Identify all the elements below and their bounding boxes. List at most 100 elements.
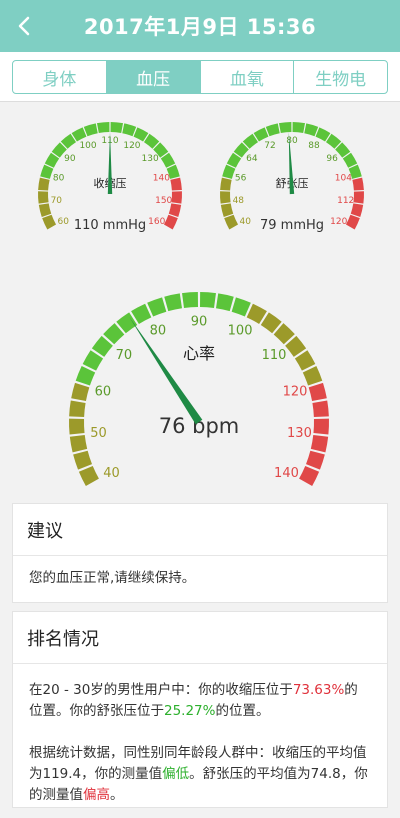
systolic-gauge-segment <box>37 191 49 204</box>
heart-rate-tick-label: 50 <box>90 426 107 441</box>
ranking-text: 。 <box>110 787 124 803</box>
diastolic-tick-label: 40 <box>240 217 252 227</box>
heart-rate-tick-label: 90 <box>191 315 208 330</box>
gauge-panel: 60708090100110120130140150160收缩压110 mmHg… <box>37 122 365 487</box>
ranking-paragraph-2: 根据统计数据，同性别同年龄段人群中：收缩压的平均值为119.4，你的测量值偏低。… <box>13 722 387 806</box>
diastolic-gauge-segment <box>220 203 234 217</box>
heart-rate-gauge-segment <box>182 292 198 308</box>
heart-rate-gauge-segment <box>71 382 90 402</box>
tab-body[interactable]: 身体 <box>13 61 107 93</box>
diastolic-gauge-segment <box>304 123 319 137</box>
systolic-gauge-segment <box>122 123 137 137</box>
diastolic-gauge-segment <box>220 191 231 204</box>
heart-rate-tick-label: 100 <box>228 323 253 338</box>
systolic-assessment: 偏低 <box>162 766 190 782</box>
advice-title: 建议 <box>13 504 387 556</box>
diastolic-readout: 79 mmHg <box>260 218 324 233</box>
heart-rate-tick-label: 80 <box>150 323 167 338</box>
systolic-gauge-segment <box>38 203 52 217</box>
systolic-gauge-segment <box>40 164 54 179</box>
diastolic-gauge-segment <box>222 164 236 179</box>
systolic-tick-label: 60 <box>58 217 70 227</box>
systolic-tick-label: 150 <box>155 196 172 206</box>
systolic-gauge-segment <box>171 191 182 204</box>
heart-rate-gauge-segment <box>73 450 93 470</box>
systolic-tick-label: 90 <box>64 154 76 164</box>
heart-rate-gauge-name: 心率 <box>183 344 215 363</box>
ranking-title: 排名情况 <box>13 612 387 664</box>
systolic-tick-label: 160 <box>148 217 165 227</box>
tab-blood-pressure[interactable]: 血压 <box>106 61 201 93</box>
diastolic-percentile: 25.27% <box>164 703 216 719</box>
diastolic-gauge-segment <box>278 122 292 134</box>
systolic-gauge-segment <box>38 177 50 191</box>
heart-rate-gauge-segment <box>215 293 234 312</box>
systolic-tick-label: 140 <box>153 173 170 183</box>
systolic-percentile: 73.63% <box>292 682 345 698</box>
heart-rate-tick-label: 110 <box>262 348 287 363</box>
systolic-tick-label: 70 <box>51 196 63 206</box>
heart-rate-gauge-segment <box>231 297 251 317</box>
ranking-paragraph-1: 在20 - 30岁的男性用户中：你的收缩压位于73.63%的位置。你的舒张压位于… <box>13 664 387 722</box>
tab-blood-oxygen[interactable]: 血氧 <box>201 61 295 93</box>
ranking-text: 在20 - 30岁的男性用户中：你的收缩压位于 <box>29 682 293 698</box>
systolic-tick-label: 120 <box>123 141 140 151</box>
heart-rate-tick-label: 70 <box>116 348 133 363</box>
diastolic-gauge-segment <box>353 191 365 204</box>
back-arrow-icon[interactable] <box>10 10 40 42</box>
systolic-gauge-segment <box>110 122 124 134</box>
heart-rate-gauge-segment <box>313 418 329 435</box>
heart-rate-gauge-segment <box>75 366 96 386</box>
systolic-gauge-segment <box>96 122 110 134</box>
heart-rate-gauge-segment <box>200 292 216 308</box>
ranking-text: 的位置。 <box>215 703 270 719</box>
tab-bar: 身体 血压 血氧 生物电 <box>12 60 388 94</box>
systolic-gauge-segment <box>163 214 178 230</box>
advice-card: 建议 您的血压正常,请继续保持。 <box>12 503 388 603</box>
heart-rate-gauge-segment <box>69 418 85 435</box>
diastolic-tick-label: 120 <box>330 217 347 227</box>
heart-rate-gauge-segment <box>310 435 329 453</box>
systolic-gauge-segment <box>83 123 98 137</box>
diastolic-gauge-segment <box>352 177 364 191</box>
heart-rate-tick-label: 40 <box>103 466 120 481</box>
diastolic-gauge-segment <box>292 122 306 134</box>
systolic-readout: 110 mmHg <box>74 218 146 233</box>
heart-rate-tick-label: 120 <box>283 384 308 399</box>
heart-rate-gauge-segment <box>69 400 86 417</box>
tab-bioelectric[interactable]: 生物电 <box>294 61 387 93</box>
heart-rate-gauge-segment <box>308 382 327 402</box>
diastolic-tick-label: 72 <box>264 141 275 151</box>
heart-rate-gauge-segment <box>164 293 183 312</box>
diastolic-gauge-segment <box>220 177 232 191</box>
diastolic-gauge-segment <box>224 214 239 230</box>
diastolic-tick-label: 88 <box>308 141 320 151</box>
diastolic-gauge-segment <box>345 214 360 230</box>
systolic-tick-label: 80 <box>53 173 65 183</box>
diastolic-tick-label: 96 <box>326 154 338 164</box>
diastolic-gauge-segment <box>265 123 280 137</box>
heart-rate-gauge-segment <box>299 466 320 487</box>
heart-rate-tick-label: 60 <box>95 384 112 399</box>
header-bar: 2017年1月9日 15:36 <box>0 0 400 52</box>
systolic-gauge-segment <box>170 177 182 191</box>
diastolic-tick-label: 112 <box>337 196 354 206</box>
heart-rate-gauge-segment <box>312 400 329 417</box>
heart-rate-gauge-segment <box>147 297 167 317</box>
diastolic-tick-label: 80 <box>286 136 298 146</box>
heart-rate-gauge-segment <box>305 450 325 470</box>
advice-text: 您的血压正常,请继续保持。 <box>29 570 196 586</box>
systolic-tick-label: 100 <box>79 141 96 151</box>
ranking-card: 排名情况 在20 - 30岁的男性用户中：你的收缩压位于73.63%的位置。你的… <box>12 611 388 808</box>
tab-bar-area: 身体 血压 血氧 生物电 <box>0 52 400 102</box>
diastolic-tick-label: 48 <box>233 196 245 206</box>
heart-rate-gauge-segment <box>302 366 323 386</box>
heart-rate-tick-label: 140 <box>274 466 299 481</box>
diastolic-tick-label: 104 <box>335 173 352 183</box>
heart-rate-gauge-segment <box>69 435 88 453</box>
page-title: 2017年1月9日 15:36 <box>83 15 317 39</box>
diastolic-assessment: 偏高 <box>83 787 110 803</box>
heart-rate-gauge-segment <box>78 466 99 487</box>
systolic-gauge-segment <box>42 214 57 230</box>
heart-rate-tick-label: 130 <box>287 426 312 441</box>
